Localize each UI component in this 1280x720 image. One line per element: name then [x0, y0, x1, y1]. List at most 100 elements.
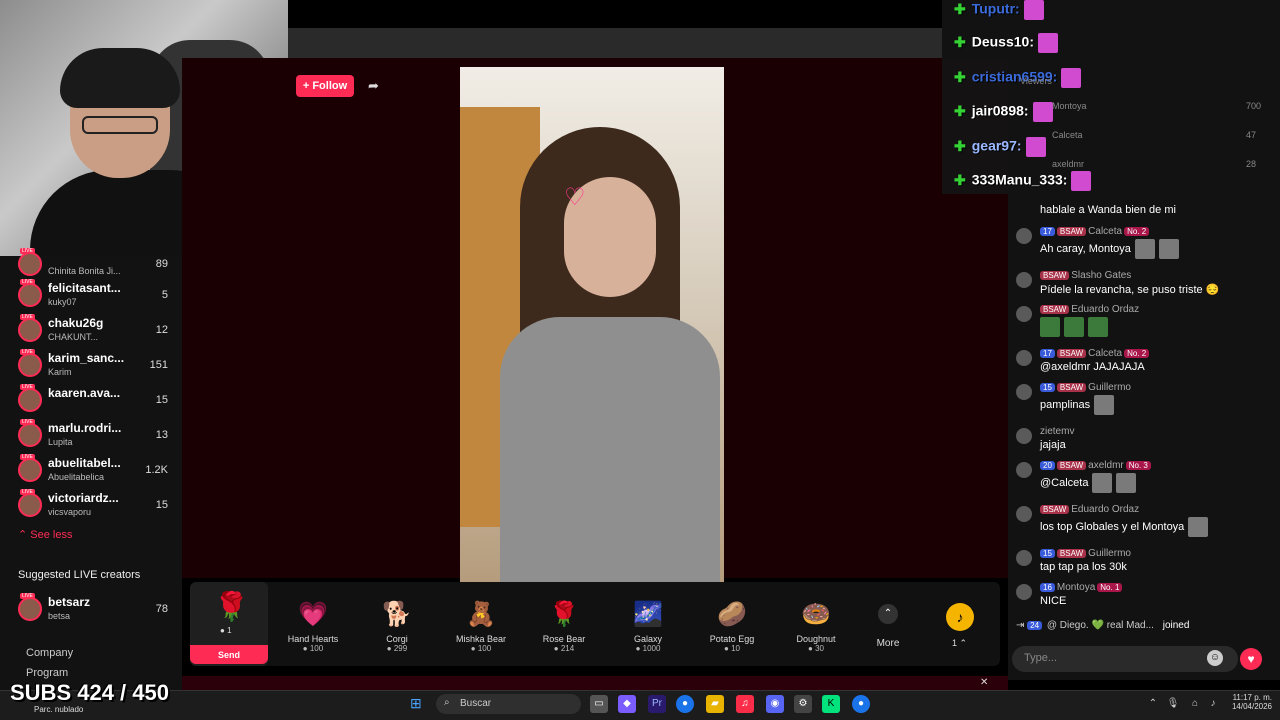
- taskbar-search[interactable]: ⌕ Buscar: [436, 694, 581, 714]
- browser-titlebar: [288, 0, 942, 28]
- gift-price-value: 100: [477, 644, 492, 653]
- level-badge: 15: [1040, 549, 1055, 558]
- program-link[interactable]: Program: [26, 667, 68, 679]
- following-item[interactable]: LIVE abuelitabel... Abuelitabelica 1.2K: [18, 454, 168, 488]
- taskview-icon[interactable]: ▭: [590, 695, 608, 713]
- gift-item[interactable]: 🌌 Galaxy ● 1000: [613, 600, 683, 653]
- avatar[interactable]: [1016, 584, 1032, 600]
- gift-item[interactable]: 🧸 Mishka Bear ● 100: [446, 600, 516, 653]
- chat-username[interactable]: Calceta: [1088, 348, 1122, 359]
- share-icon[interactable]: ➦: [368, 78, 379, 94]
- discord-icon[interactable]: ◉: [766, 695, 784, 713]
- network-icon[interactable]: ⌂: [1186, 695, 1204, 713]
- premiere-icon[interactable]: Pr: [648, 695, 666, 713]
- promo-banner: [182, 676, 1008, 690]
- chat-username[interactable]: Slasho Gates: [1071, 270, 1131, 281]
- chat-panel: [1008, 194, 1280, 680]
- viewer-name: Montoya: [1052, 101, 1087, 111]
- following-item[interactable]: LIVE karim_sanc... Karim 151: [18, 349, 168, 383]
- avatar: [18, 597, 42, 621]
- chat-input[interactable]: Type...: [1012, 646, 1238, 672]
- chat-username[interactable]: Eduardo Ordaz: [1071, 504, 1139, 515]
- chat-username[interactable]: Eduardo Ordaz: [1071, 304, 1139, 315]
- following-item[interactable]: LIVE victoriardz... vicsvaporu 15: [18, 489, 168, 523]
- chrome-icon[interactable]: ●: [676, 695, 694, 713]
- plus-icon: ✚: [954, 68, 966, 85]
- emote-icon: [1038, 33, 1058, 53]
- join-notice: ⇥ 24 @ Diego. 💚 real Mad... joined: [1016, 620, 1189, 631]
- following-item[interactable]: LIVE kaaren.ava... 15: [18, 384, 168, 418]
- company-link[interactable]: Company: [26, 647, 73, 659]
- close-icon[interactable]: ✕: [980, 677, 988, 688]
- gift-price: ● 100: [302, 644, 324, 653]
- following-item[interactable]: LIVE Chinita Bonita Ji... 89: [18, 248, 168, 282]
- following-item[interactable]: LIVE felicitasant... kuky07 5: [18, 279, 168, 313]
- chat-text-value: hablale a Wanda bien de mi: [1040, 204, 1176, 216]
- following-sub: Karim: [48, 367, 72, 377]
- suggested-item[interactable]: LIVE betsarz betsa 78: [18, 593, 168, 627]
- see-less-link[interactable]: ⌃ See less: [18, 528, 72, 541]
- avatar: [18, 388, 42, 412]
- chrome-active-icon[interactable]: ●: [852, 695, 870, 713]
- gift-item[interactable]: 🍩 Doughnut ● 30: [781, 600, 851, 653]
- music-icon[interactable]: ♫: [736, 695, 754, 713]
- folder-icon[interactable]: ▰: [706, 695, 724, 713]
- chat-username[interactable]: Guillermo: [1088, 382, 1131, 393]
- avatar[interactable]: [1016, 428, 1032, 444]
- chat-username[interactable]: zietemv: [1040, 426, 1074, 437]
- level-badge: 24: [1027, 621, 1043, 630]
- send-gift-button[interactable]: Send: [190, 645, 268, 664]
- join-user[interactable]: @ Diego. 💚 real Mad...: [1047, 620, 1154, 631]
- avatar[interactable]: [1016, 228, 1032, 244]
- avatar[interactable]: [1016, 350, 1032, 366]
- more-gifts-button[interactable]: ⌃ More: [868, 604, 908, 649]
- follow-button[interactable]: + Follow: [296, 75, 354, 97]
- gift-icon: 🍩: [801, 601, 831, 628]
- following-item[interactable]: LIVE chaku26g CHAKUNT... 12: [18, 314, 168, 348]
- following-item[interactable]: LIVE marlu.rodri... Lupita 13: [18, 419, 168, 453]
- heart-icon[interactable]: ♥: [1240, 648, 1262, 670]
- gift-item[interactable]: 💗 Hand Hearts ● 100: [278, 600, 348, 653]
- browser-address-bar[interactable]: [288, 28, 942, 58]
- tracker-name: Tuputr:: [971, 0, 1020, 17]
- level-badge: 20: [1040, 461, 1055, 470]
- kick-icon[interactable]: K: [822, 695, 840, 713]
- avatar[interactable]: [1016, 272, 1032, 288]
- gift-tracker-overlay: [942, 0, 1280, 194]
- emote-icon: [1094, 395, 1115, 415]
- live-video[interactable]: ♡: [460, 67, 724, 594]
- gift-item[interactable]: 🌹 Rose Bear ● 214: [529, 600, 599, 653]
- chat-username[interactable]: Guillermo: [1088, 548, 1131, 559]
- chat-username[interactable]: Montoya: [1057, 582, 1095, 593]
- chat-username[interactable]: axeldmr: [1088, 460, 1124, 471]
- viewer-count: 13: [155, 429, 168, 441]
- chat-text: los top Globales y el Montoya: [1040, 517, 1209, 537]
- emote-icon: [1023, 0, 1044, 20]
- avatar[interactable]: [1016, 384, 1032, 400]
- avatar[interactable]: [1016, 550, 1032, 566]
- emoji-icon[interactable]: ☺: [1207, 650, 1223, 666]
- weather-widget[interactable]: Parc. nublado: [34, 705, 83, 714]
- system-clock[interactable]: 11:17 p. m. 14/04/2026: [1222, 693, 1272, 711]
- microphone-icon[interactable]: 🎙: [1164, 695, 1182, 713]
- settings-icon[interactable]: ⚙: [794, 695, 812, 713]
- plus-icon: ✚: [954, 102, 966, 119]
- chevron-up-icon[interactable]: ⌃: [1144, 695, 1162, 713]
- level-badge: 15: [1040, 383, 1055, 392]
- chat-header: BSAW Eduardo Ordaz: [1040, 304, 1139, 315]
- tracker-name: 333Manu_333:: [971, 171, 1068, 188]
- chat-username[interactable]: Calceta: [1088, 226, 1122, 237]
- gift-name: Hand Hearts: [287, 634, 339, 644]
- avatar[interactable]: [1016, 506, 1032, 522]
- coin-count[interactable]: 1 ⌃: [952, 638, 967, 649]
- volume-icon[interactable]: ♪: [1204, 695, 1222, 713]
- gift-name: Rose Bear: [542, 634, 586, 644]
- avatar[interactable]: [1016, 306, 1032, 322]
- copilot-icon[interactable]: ◆: [618, 695, 636, 713]
- tracker-entry: ✚ Deuss10:: [954, 33, 1058, 53]
- gift-item[interactable]: 🥔 Potato Egg ● 10: [697, 600, 767, 653]
- windows-start-icon[interactable]: ⊞: [410, 695, 428, 713]
- avatar[interactable]: [1016, 462, 1032, 478]
- gift-item[interactable]: 🐕 Corgi ● 299: [362, 600, 432, 653]
- coin-icon[interactable]: ♪: [946, 603, 974, 631]
